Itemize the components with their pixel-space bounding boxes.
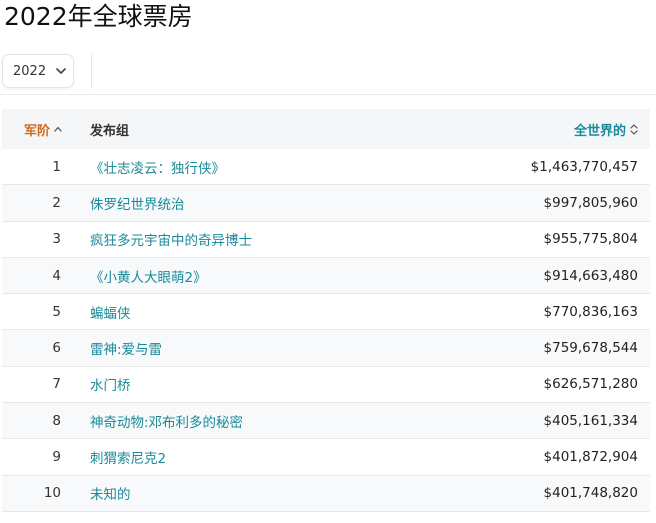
- rank-header-label: 军阶: [24, 123, 51, 139]
- chevron-down-icon: [56, 67, 66, 75]
- rank-header[interactable]: 军阶: [2, 120, 78, 139]
- table-row: 4 《小黄人大眼萌2》 $914,663,480: [2, 257, 650, 295]
- table-row: 1 《壮志凌云：独行侠》 $1,463,770,457: [2, 149, 650, 186]
- rank-cell: 8: [52, 412, 61, 429]
- table-row: 7 水门桥 $626,571,280: [2, 367, 650, 404]
- rank-cell: 3: [52, 231, 61, 248]
- toolbar-rule: [0, 94, 656, 95]
- gross-cell: $1,463,770,457: [530, 158, 638, 175]
- gross-cell: $914,663,480: [543, 267, 638, 284]
- gross-header[interactable]: 全世界的: [410, 120, 650, 139]
- gross-cell: $401,748,820: [543, 485, 638, 502]
- rank-cell: 5: [52, 303, 61, 320]
- title-link[interactable]: 雷神:爱与雷: [78, 338, 410, 358]
- title-link[interactable]: 侏罗纪世界统治: [78, 193, 410, 213]
- sort-updown-icon: [630, 123, 638, 135]
- title-link[interactable]: 刺猬索尼克2: [78, 447, 410, 467]
- table-row: 8 神奇动物:邓布利多的秘密 $405,161,334: [2, 403, 650, 440]
- gross-cell: $401,872,904: [543, 449, 638, 466]
- gross-cell: $759,678,544: [543, 340, 638, 357]
- page: 2022年全球票房 2022 军阶 发布组 全世界的 1 《壮志凌云：独行侠》 …: [0, 0, 656, 523]
- year-select-value: 2022: [13, 63, 47, 79]
- rank-cell: 10: [43, 485, 61, 502]
- table-body: 1 《壮志凌云：独行侠》 $1,463,770,457 2 侏罗纪世界统治 $9…: [2, 149, 650, 512]
- year-select[interactable]: 2022: [3, 55, 73, 87]
- rank-cell: 1: [52, 158, 61, 175]
- title-link[interactable]: 《小黄人大眼萌2》: [78, 266, 410, 286]
- caret-up-icon: [54, 126, 62, 132]
- rank-cell: 4: [52, 267, 61, 284]
- rank-cell: 9: [52, 449, 61, 466]
- gross-cell: $626,571,280: [543, 376, 638, 393]
- publisher-header[interactable]: 发布组: [78, 120, 410, 139]
- title-link[interactable]: 神奇动物:邓布利多的秘密: [78, 411, 410, 431]
- gross-header-label: 全世界的: [573, 123, 626, 139]
- gross-cell: $997,805,960: [543, 194, 638, 211]
- table-row: 6 雷神:爱与雷 $759,678,544: [2, 330, 650, 367]
- rank-cell: 7: [52, 376, 61, 393]
- rank-cell: 2: [52, 194, 61, 211]
- gross-cell: $770,836,163: [543, 303, 638, 320]
- title-link[interactable]: 疯狂多元宇宙中的奇异博士: [78, 229, 410, 249]
- table-row: 5 蝙蝠侠 $770,836,163: [2, 294, 650, 331]
- table-row: 3 疯狂多元宇宙中的奇异博士 $955,775,804: [2, 222, 650, 258]
- table-row: 10 未知的 $401,748,820: [2, 475, 650, 512]
- box-office-table: 军阶 发布组 全世界的 1 《壮志凌云：独行侠》 $1,463,770,457: [2, 109, 650, 512]
- title-link[interactable]: 蝙蝠侠: [78, 302, 410, 322]
- table-header: 军阶 发布组 全世界的: [2, 109, 650, 149]
- title-link[interactable]: 水门桥: [78, 374, 410, 394]
- rank-cell: 6: [52, 340, 61, 357]
- table-row: 9 刺猬索尼克2 $401,872,904: [2, 439, 650, 476]
- gross-cell: $955,775,804: [543, 231, 638, 248]
- page-title: 2022年全球票房: [4, 2, 193, 31]
- title-link[interactable]: 《壮志凌云：独行侠》: [78, 157, 410, 177]
- publisher-header-label: 发布组: [90, 123, 130, 139]
- toolbar-divider: [91, 53, 92, 89]
- gross-cell: $405,161,334: [543, 412, 638, 429]
- table-row: 2 侏罗纪世界统治 $997,805,960: [2, 185, 650, 222]
- title-link[interactable]: 未知的: [78, 483, 410, 503]
